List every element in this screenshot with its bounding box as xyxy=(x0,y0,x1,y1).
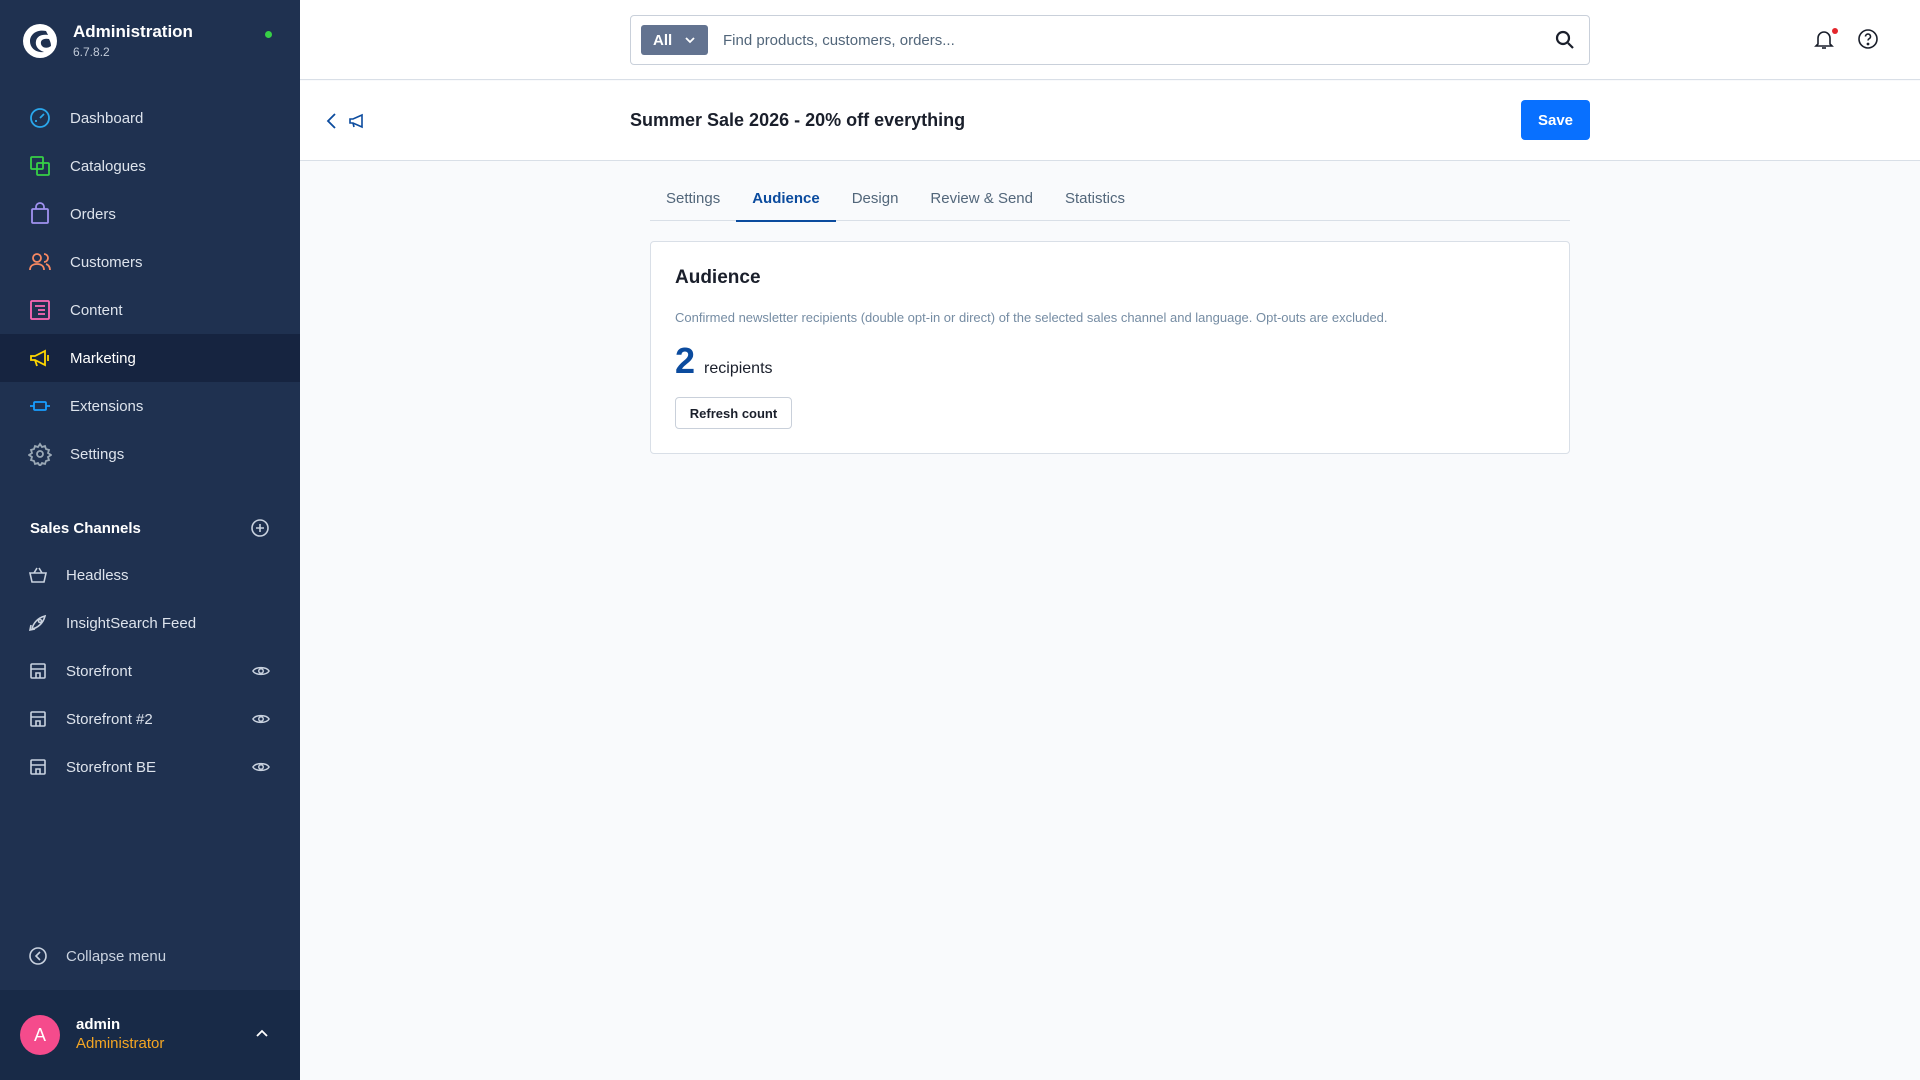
refresh-count-button[interactable]: Refresh count xyxy=(675,397,792,429)
tab-statistics[interactable]: Statistics xyxy=(1049,183,1141,221)
sales-channel-storefront-be[interactable]: Storefront BE xyxy=(0,743,300,791)
extensions-icon xyxy=(28,394,52,418)
brand[interactable]: Administration 6.7.8.2 xyxy=(22,22,193,59)
app-version: 6.7.8.2 xyxy=(73,45,110,59)
storefront-icon xyxy=(28,757,48,777)
search-type-label: All xyxy=(653,31,673,49)
sales-channel-list: Headless InsightSearch Feed Storefront S… xyxy=(0,551,300,791)
marketing-icon xyxy=(28,346,52,370)
sidebar-item-extensions[interactable]: Extensions xyxy=(0,382,300,430)
sidebar-item-label: Content xyxy=(70,301,123,319)
eye-icon[interactable] xyxy=(252,758,270,776)
global-search: All xyxy=(630,15,1590,65)
chevron-up-icon[interactable] xyxy=(254,1026,270,1042)
collapse-menu-label: Collapse menu xyxy=(66,947,167,965)
dashboard-icon xyxy=(28,106,52,130)
shopware-logo-icon xyxy=(23,23,57,58)
user-menu[interactable]: A admin Administrator xyxy=(0,990,300,1080)
sales-channel-label: InsightSearch Feed xyxy=(66,614,197,632)
sales-channels-title: Sales Channels xyxy=(30,519,141,537)
sidebar-item-marketing[interactable]: Marketing xyxy=(0,334,300,382)
sidebar: Administration 6.7.8.2 Dashboard Catalog… xyxy=(0,0,300,1080)
sales-channel-label: Storefront #2 xyxy=(66,710,153,728)
chevron-left-circle-icon xyxy=(28,946,48,966)
sidebar-item-customers[interactable]: Customers xyxy=(0,238,300,286)
sidebar-item-label: Catalogues xyxy=(70,157,146,175)
sidebar-item-content[interactable]: Content xyxy=(0,286,300,334)
audience-description: Confirmed newsletter recipients (double … xyxy=(675,310,1388,325)
sales-channel-label: Storefront xyxy=(66,662,132,680)
sidebar-item-orders[interactable]: Orders xyxy=(0,190,300,238)
card-title: Audience xyxy=(675,267,761,288)
search-type-dropdown[interactable]: All xyxy=(641,25,708,55)
sidebar-item-dashboard[interactable]: Dashboard xyxy=(0,94,300,142)
tab-settings[interactable]: Settings xyxy=(650,183,736,221)
sidebar-item-label: Customers xyxy=(70,253,143,271)
sidebar-item-label: Marketing xyxy=(70,349,136,367)
sales-channel-storefront[interactable]: Storefront xyxy=(0,647,300,695)
settings-icon xyxy=(28,442,52,466)
storefront-icon xyxy=(28,709,48,729)
collapse-menu-button[interactable]: Collapse menu xyxy=(28,946,166,966)
notification-dot xyxy=(1832,28,1838,34)
add-sales-channel-icon[interactable] xyxy=(250,518,270,538)
chevron-down-icon xyxy=(685,37,695,44)
sidebar-item-catalogues[interactable]: Catalogues xyxy=(0,142,300,190)
sidebar-item-label: Orders xyxy=(70,205,116,223)
tab-audience[interactable]: Audience xyxy=(736,183,836,222)
sidebar-item-label: Extensions xyxy=(70,397,144,415)
eye-icon[interactable] xyxy=(252,662,270,680)
user-name: admin xyxy=(76,1016,121,1033)
storefront-icon xyxy=(28,661,48,681)
basket-icon xyxy=(28,565,48,585)
sales-channels-header: Sales Channels xyxy=(30,518,270,538)
main-nav: Dashboard Catalogues Orders Customers Co… xyxy=(0,94,300,478)
search-input[interactable] xyxy=(723,16,1543,64)
sidebar-item-settings[interactable]: Settings xyxy=(0,430,300,478)
recipient-count-value: 2 xyxy=(675,340,696,381)
audience-card: Audience Confirmed newsletter recipients… xyxy=(650,241,1570,454)
tab-bar: Settings Audience Design Review & Send S… xyxy=(650,183,1570,222)
customers-icon xyxy=(28,250,52,274)
catalogues-icon xyxy=(28,154,52,178)
sales-channel-insightsearch-feed[interactable]: InsightSearch Feed xyxy=(0,599,300,647)
eye-icon[interactable] xyxy=(252,710,270,728)
sales-channel-label: Headless xyxy=(66,566,129,584)
sales-channel-label: Storefront BE xyxy=(66,758,157,776)
sidebar-item-label: Settings xyxy=(70,445,125,463)
orders-icon xyxy=(28,202,52,226)
tab-design[interactable]: Design xyxy=(836,183,915,221)
user-role: Administrator xyxy=(76,1035,165,1052)
back-arrow-icon[interactable] xyxy=(322,109,342,133)
marketing-icon xyxy=(349,113,363,129)
save-button[interactable]: Save xyxy=(1521,100,1590,140)
recipient-count: 2 recipients xyxy=(675,340,773,382)
top-bar: All xyxy=(300,0,1920,80)
sales-channel-storefront-2[interactable]: Storefront #2 xyxy=(0,695,300,743)
app-title: Administration xyxy=(73,22,193,41)
sales-channel-headless[interactable]: Headless xyxy=(0,551,300,599)
recipient-count-label: recipients xyxy=(704,360,773,377)
smart-bar: Summer Sale 2026 - 20% off everything Sa… xyxy=(300,81,1920,161)
online-status-dot xyxy=(265,31,272,38)
search-icon[interactable] xyxy=(1553,28,1577,52)
tab-review-send[interactable]: Review & Send xyxy=(914,183,1049,221)
avatar: A xyxy=(20,1015,60,1055)
content-icon xyxy=(28,298,52,322)
page-title: Summer Sale 2026 - 20% off everything xyxy=(630,110,966,130)
sidebar-item-label: Dashboard xyxy=(70,109,144,127)
help-icon[interactable] xyxy=(1856,27,1880,51)
rocket-icon xyxy=(28,613,48,633)
